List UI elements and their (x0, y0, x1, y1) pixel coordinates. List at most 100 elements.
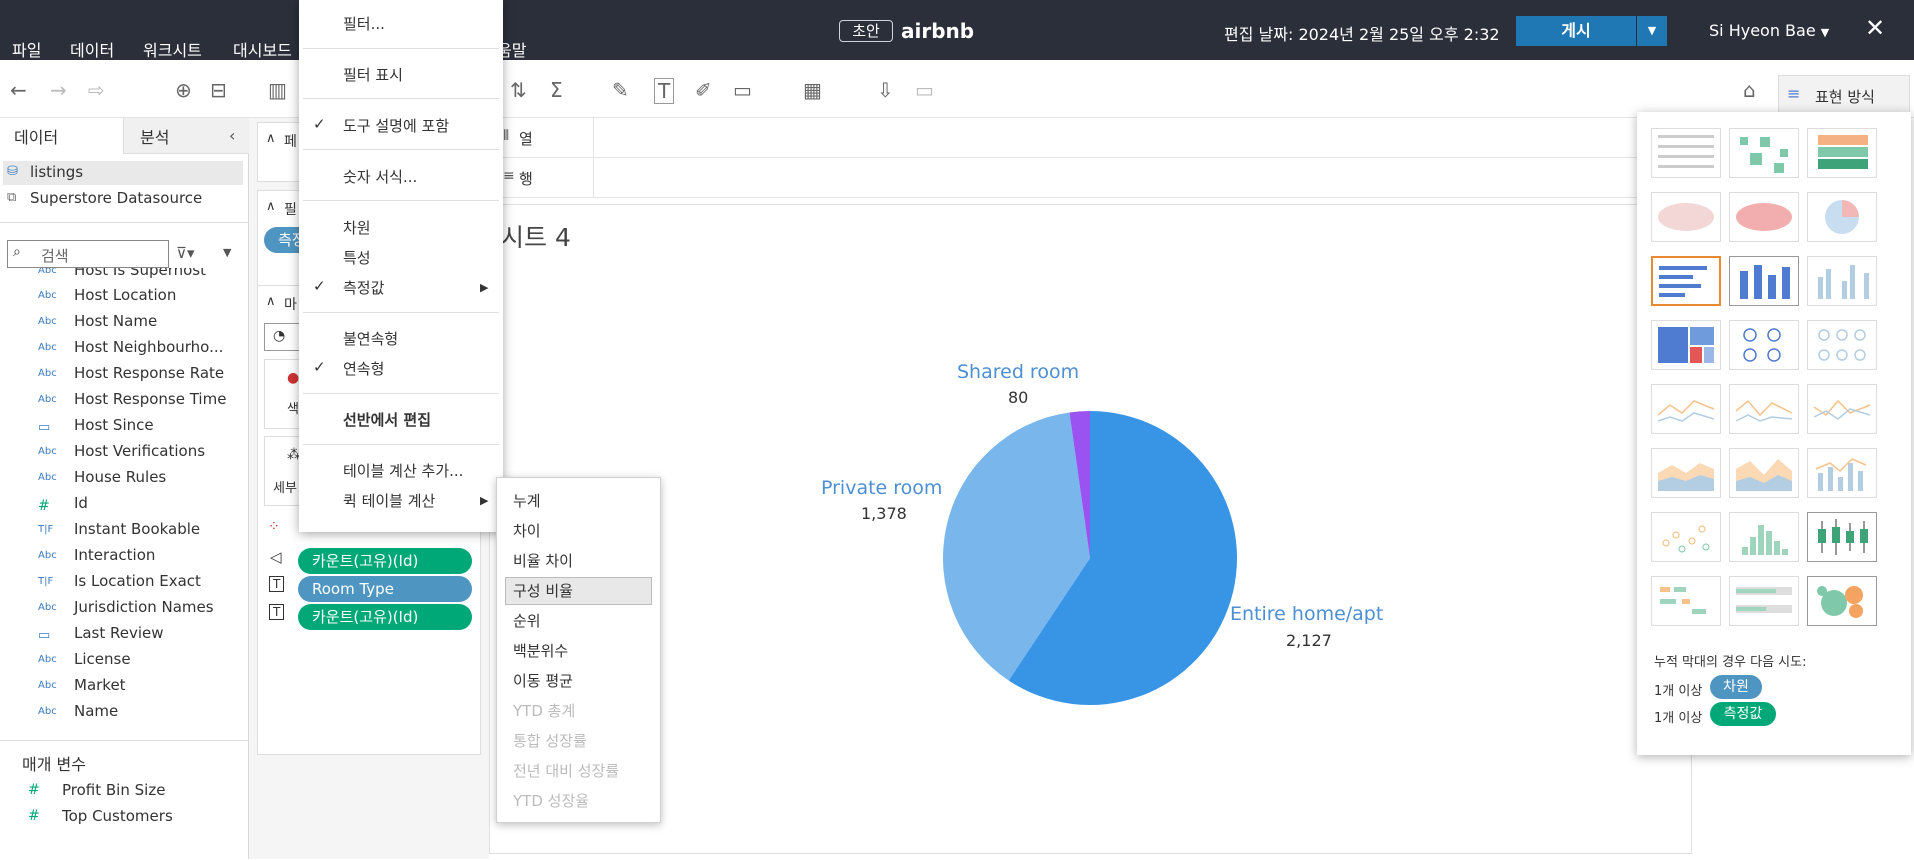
field-item[interactable]: Abc Interaction (0, 543, 249, 569)
menu-item-attribute[interactable]: 특성 (343, 247, 371, 268)
chart-type-lines-continuous[interactable] (1651, 384, 1721, 434)
chart-type-highlight-table[interactable] (1807, 128, 1877, 178)
menu-item-edit-in-shelf[interactable]: 선반에서 편집 (343, 409, 431, 430)
field-item[interactable]: Abc Host Is Superhost (0, 268, 249, 284)
field-item[interactable]: Abc Host Neighbourho... (0, 335, 249, 361)
publish-button[interactable]: 게시 (1516, 16, 1636, 46)
chart-type-horizontal-bars[interactable] (1651, 256, 1721, 306)
menu-item-number-format[interactable]: 숫자 서식... (343, 166, 417, 187)
field-item[interactable]: ▭ Last Review (0, 621, 249, 647)
chart-type-packed-bubbles[interactable] (1807, 576, 1877, 626)
field-item[interactable]: Abc Host Response Rate (0, 361, 249, 387)
field-item[interactable]: Abc Host Response Time (0, 387, 249, 413)
field-item[interactable]: Abc License (0, 647, 249, 673)
totals-icon[interactable]: Σ (550, 78, 563, 102)
menu-worksheet[interactable]: 워크시트 (143, 37, 202, 61)
submenu-item[interactable]: 비율 차이 (513, 550, 573, 571)
filter-icon[interactable]: ⊽▾ (176, 244, 195, 262)
chart-type-circle-views[interactable] (1729, 320, 1799, 370)
format-icon[interactable]: ✐ (695, 78, 712, 102)
chart-type-stacked-bars[interactable] (1729, 256, 1799, 306)
field-item[interactable]: # Id (0, 491, 249, 517)
field-item[interactable]: T|F Instant Bookable (0, 517, 249, 543)
chevron-up-icon[interactable]: ∧ (266, 131, 276, 146)
chart-type-bullet[interactable] (1729, 576, 1799, 626)
chevron-up-icon[interactable]: ∧ (266, 294, 276, 309)
menu-item-measure[interactable]: 측정값 (343, 277, 384, 298)
field-item[interactable]: T|F Is Location Exact (0, 569, 249, 595)
field-item[interactable]: Abc House Rules (0, 465, 249, 491)
download-icon[interactable]: ⇩ (877, 78, 894, 102)
rows-shelf[interactable]: ≡ 행 (489, 158, 1679, 198)
undo-icon[interactable]: ← (10, 78, 27, 102)
chart-type-heat-map[interactable] (1729, 128, 1799, 178)
menu-item-quick-table-calc[interactable]: 퀵 테이블 계산 (343, 490, 435, 511)
chart-type-gantt[interactable] (1651, 576, 1721, 626)
chart-type-side-by-side-circles[interactable] (1807, 320, 1877, 370)
chart-type-histogram[interactable] (1729, 512, 1799, 562)
search-input[interactable]: ⌕ 검색 (7, 240, 169, 268)
submenu-item[interactable]: 이동 평균 (513, 670, 573, 691)
tab-analysis[interactable]: 분석 (140, 124, 169, 148)
menu-dashboard[interactable]: 대시보드 (233, 37, 292, 61)
show-me-button[interactable]: ≡ 표현 방식 (1778, 75, 1910, 115)
menu-item-discrete[interactable]: 불연속형 (343, 328, 398, 349)
submenu-item[interactable]: 백분위수 (513, 640, 568, 661)
submenu-item[interactable]: 차이 (513, 520, 541, 541)
chart-type-side-by-side-bars[interactable] (1807, 256, 1877, 306)
user-menu[interactable]: Si Hyeon Bae ▼ (1709, 21, 1829, 40)
sort-icon[interactable]: ⇅ (510, 78, 527, 102)
fix-axes-icon[interactable]: ▦ (803, 78, 822, 102)
angle-pill[interactable]: 카운트(고유)(Id) (298, 548, 472, 574)
menu-item-filter[interactable]: 필터... (343, 13, 385, 34)
new-datasource-icon[interactable]: ⊕ (175, 78, 192, 102)
param-item[interactable]: Top Customers (62, 807, 173, 825)
chart-type-area-continuous[interactable] (1651, 448, 1721, 498)
field-item[interactable]: ▭ Host Since (0, 413, 249, 439)
chart-type-lines-discrete[interactable] (1729, 384, 1799, 434)
tooltip-icon[interactable]: ⌂ (1743, 78, 1756, 102)
field-item[interactable]: Abc Host Verifications (0, 439, 249, 465)
chart-type-text-table[interactable] (1651, 128, 1721, 178)
field-item[interactable]: Abc Market (0, 673, 249, 699)
replay-icon[interactable]: ⇨ (88, 78, 105, 102)
chevron-down-icon[interactable]: ▼ (223, 246, 231, 259)
presentation-icon[interactable]: ▭ (915, 78, 934, 102)
label-pill-room-type[interactable]: Room Type (298, 576, 472, 602)
submenu-item[interactable]: 순위 (513, 610, 541, 631)
close-icon[interactable]: ✕ (1865, 14, 1885, 42)
pause-updates-icon[interactable]: ⊟ (210, 78, 227, 102)
chart-type-box-whisker[interactable] (1807, 512, 1877, 562)
chart-type-area-discrete[interactable] (1729, 448, 1799, 498)
chart-type-dual-combination[interactable] (1807, 448, 1877, 498)
columns-shelf[interactable]: ⦀ 열 (489, 118, 1679, 158)
chart-type-symbol-map[interactable] (1651, 192, 1721, 242)
submenu-item[interactable]: 누계 (513, 490, 541, 511)
field-item[interactable]: Abc Name (0, 699, 249, 725)
menu-item-dimension[interactable]: 차원 (343, 217, 371, 238)
chart-type-treemap[interactable] (1651, 320, 1721, 370)
source-listings[interactable]: ⛁ listings (3, 161, 243, 185)
workbook-title[interactable]: airbnb (901, 19, 974, 43)
collapse-icon[interactable]: ‹ (229, 126, 235, 145)
label-pill-count[interactable]: 카운트(고유)(Id) (298, 604, 472, 630)
menu-data[interactable]: 데이터 (70, 37, 114, 61)
chart-type-pie[interactable] (1807, 192, 1877, 242)
submenu-item-selected[interactable]: 구성 비율 (513, 580, 573, 601)
chart-type-dual-lines[interactable] (1807, 384, 1877, 434)
menu-item-include-tooltip[interactable]: 도구 설명에 포함 (343, 115, 449, 136)
highlight-icon[interactable]: ✎ (612, 78, 629, 102)
new-worksheet-icon[interactable]: ▥ (268, 78, 287, 102)
menu-item-add-table-calc[interactable]: 테이블 계산 추가... (343, 460, 463, 481)
chart-type-filled-map[interactable] (1729, 192, 1799, 242)
field-item[interactable]: Abc Host Location (0, 283, 249, 309)
show-labels-icon[interactable]: T (654, 78, 675, 104)
menu-item-show-filter[interactable]: 필터 표시 (343, 64, 403, 85)
menu-file[interactable]: 파일 (12, 37, 41, 61)
chart-type-scatter[interactable] (1651, 512, 1721, 562)
fit-icon[interactable]: ▭ (733, 78, 752, 102)
publish-dropdown-button[interactable]: ▼ (1637, 16, 1667, 46)
menu-item-continuous[interactable]: 연속형 (343, 358, 384, 379)
tab-data[interactable]: 데이터 (14, 124, 58, 148)
source-superstore[interactable]: ⧉ Superstore Datasource (3, 187, 243, 211)
